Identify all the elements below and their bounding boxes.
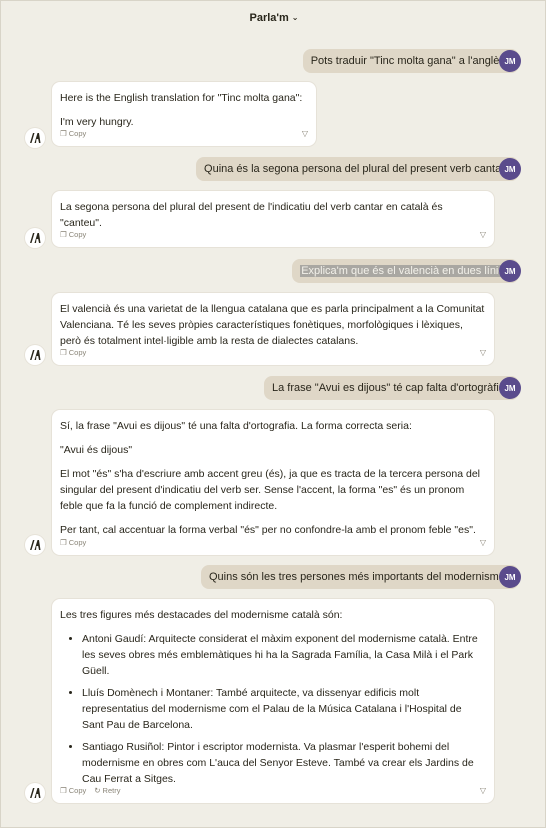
- user-avatar: JM: [499, 377, 521, 399]
- copy-button[interactable]: ❐ Copy: [60, 227, 86, 243]
- user-message: La frase "Avui es dijous" té cap falta d…: [263, 376, 519, 400]
- copy-icon: ❐: [60, 348, 67, 357]
- copy-button[interactable]: ❐ Copy: [60, 126, 86, 142]
- user-message-text: Pots traduir "Tinc molta gana" a l'anglè…: [302, 49, 519, 73]
- assistant-avatar: [25, 128, 45, 148]
- copy-icon: ❐: [60, 230, 67, 239]
- user-message-text: Quins són les tres persones més importan…: [200, 565, 519, 589]
- user-message: Quina és la segona persona del plural de…: [196, 157, 519, 181]
- chat-title[interactable]: Parla'm ⌄: [1, 12, 546, 24]
- user-message-text: Quina és la segona persona del plural de…: [196, 157, 519, 181]
- message-paragraph: La segona persona del plural del present…: [60, 201, 443, 229]
- list-item: Lluís Domènech i Montaner: També arquite…: [82, 685, 486, 733]
- app-window: Parla'm ⌄ Pots traduir "Tinc molta gana" …: [0, 0, 546, 828]
- copy-button[interactable]: ❐ Copy: [60, 783, 86, 799]
- copy-icon: ❐: [60, 786, 67, 795]
- thumbs-down-icon[interactable]: ▽: [480, 535, 486, 551]
- user-message-text: La frase "Avui es dijous" té cap falta d…: [263, 376, 519, 400]
- user-message-text: Explica'm que és el valencià en dues lín…: [292, 259, 519, 283]
- copy-button[interactable]: ❐ Copy: [60, 345, 86, 361]
- selected-text: Explica'm que és el valencià en dues lín…: [300, 265, 511, 277]
- assistant-message: Sí, la frase "Avui es dijous" té una fal…: [52, 410, 494, 555]
- message-paragraph: I'm very hungry.: [60, 116, 134, 128]
- user-message: Quins són les tres persones més importan…: [200, 565, 519, 589]
- list-item: Santiago Rusiñol: Pintor i escriptor mod…: [82, 739, 486, 787]
- assistant-avatar: [25, 535, 45, 555]
- anthropic-logo-icon: [30, 233, 41, 243]
- user-avatar: JM: [499, 158, 521, 180]
- message-paragraph: Les tres figures més destacades del mode…: [60, 609, 343, 621]
- anthropic-logo-icon: [30, 350, 41, 360]
- assistant-avatar: [25, 228, 45, 248]
- figures-list: Antoni Gaudí: Arquitecte considerat el m…: [82, 631, 486, 787]
- thumbs-down-icon[interactable]: ▽: [480, 783, 486, 799]
- message-paragraph: Here is the English translation for "Tin…: [60, 92, 303, 104]
- assistant-message: Here is the English translation for "Tin…: [52, 82, 316, 146]
- copy-icon: ❐: [60, 129, 67, 138]
- user-avatar: JM: [499, 260, 521, 282]
- thumbs-down-icon[interactable]: ▽: [480, 227, 486, 243]
- assistant-message: El valencià és una varietat de la llengu…: [52, 293, 494, 365]
- message-paragraph: El mot "és" s'ha d'escriure amb accent g…: [60, 468, 481, 512]
- assistant-message: Les tres figures més destacades del mode…: [52, 599, 494, 803]
- retry-button[interactable]: ↻ Retry: [94, 783, 120, 799]
- message-paragraph: Sí, la frase "Avui es dijous" té una fal…: [60, 420, 412, 432]
- chevron-down-icon: ⌄: [291, 13, 299, 22]
- copy-icon: ❐: [60, 538, 67, 547]
- assistant-avatar: [25, 345, 45, 365]
- user-message: Explica'm que és el valencià en dues lín…: [292, 259, 519, 283]
- anthropic-logo-icon: [30, 133, 41, 143]
- anthropic-logo-icon: [30, 788, 41, 798]
- message-paragraph: Per tant, cal accentuar la forma verbal …: [60, 524, 476, 536]
- assistant-message: La segona persona del plural del present…: [52, 191, 494, 247]
- user-message: Pots traduir "Tinc molta gana" a l'anglè…: [302, 49, 519, 73]
- thumbs-down-icon[interactable]: ▽: [480, 345, 486, 361]
- user-avatar: JM: [499, 50, 521, 72]
- user-avatar: JM: [499, 566, 521, 588]
- thumbs-down-icon[interactable]: ▽: [302, 126, 308, 142]
- copy-button[interactable]: ❐ Copy: [60, 535, 86, 551]
- anthropic-logo-icon: [30, 540, 41, 550]
- message-paragraph: "Avui és dijous": [60, 444, 133, 456]
- retry-icon: ↻: [94, 786, 101, 795]
- list-item: Antoni Gaudí: Arquitecte considerat el m…: [82, 631, 486, 679]
- message-paragraph: El valencià és una varietat de la llengu…: [60, 303, 485, 347]
- assistant-avatar: [25, 783, 45, 803]
